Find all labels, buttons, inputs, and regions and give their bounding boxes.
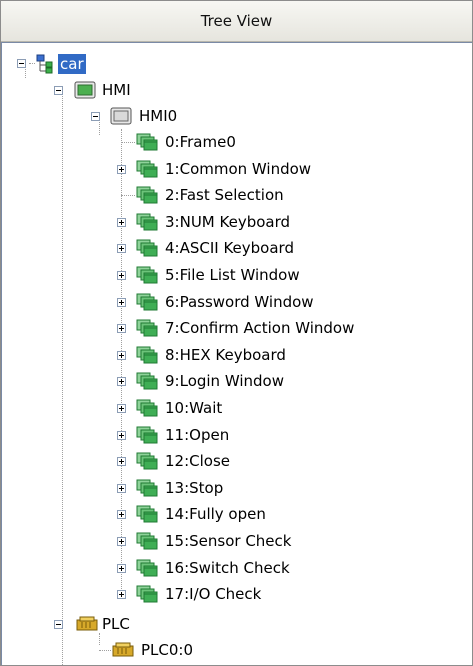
expand-toggle[interactable] (117, 590, 126, 599)
expand-toggle[interactable] (117, 457, 126, 466)
expand-toggle[interactable] (117, 484, 126, 493)
expand-toggle[interactable] (117, 377, 126, 386)
node-label[interactable]: 2:Fast Selection (163, 185, 286, 205)
window-screen-icon (136, 346, 158, 368)
expand-toggle[interactable] (117, 537, 126, 546)
window-screen-icon (136, 133, 158, 155)
expand-toggle[interactable] (117, 404, 126, 413)
window-screen-icon (136, 160, 158, 182)
node-label[interactable]: 7:Confirm Action Window (163, 318, 356, 338)
window-screen-icon (136, 213, 158, 235)
window-screen-icon (136, 319, 158, 341)
plc-module-icon (112, 642, 134, 662)
expand-toggle[interactable] (117, 564, 126, 573)
node-label[interactable]: 4:ASCII Keyboard (163, 238, 296, 258)
node-label[interactable]: 11:Open (163, 425, 231, 445)
collapse-toggle[interactable] (91, 112, 100, 121)
expand-toggle[interactable] (117, 218, 126, 227)
expand-toggle[interactable] (117, 271, 126, 280)
node-label[interactable]: 1:Common Window (163, 159, 313, 179)
node-label[interactable]: 17:I/O Check (163, 584, 263, 604)
node-label[interactable]: car (58, 54, 86, 74)
expand-toggle[interactable] (117, 298, 126, 307)
node-label[interactable]: PLC (100, 614, 132, 634)
window-screen-icon (136, 479, 158, 501)
node-label[interactable]: PLC0:0 (139, 640, 195, 660)
expand-toggle[interactable] (117, 510, 126, 519)
window-screen-icon (136, 452, 158, 474)
node-label[interactable]: 15:Sensor Check (163, 531, 293, 551)
window-screen-icon (136, 186, 158, 208)
window-screen-icon (136, 266, 158, 288)
expand-toggle[interactable] (117, 351, 126, 360)
node-label[interactable]: 13:Stop (163, 478, 225, 498)
node-label[interactable]: 14:Fully open (163, 504, 268, 524)
window-screen-icon (136, 505, 158, 527)
window-screen-icon (136, 532, 158, 554)
expand-toggle[interactable] (117, 324, 126, 333)
project-tree-icon (35, 54, 55, 78)
expand-toggle[interactable] (117, 244, 126, 253)
node-label[interactable]: 8:HEX Keyboard (163, 345, 288, 365)
node-label[interactable]: 5:File List Window (163, 265, 302, 285)
window-screen-icon (136, 585, 158, 607)
node-label[interactable]: 3:NUM Keyboard (163, 212, 292, 232)
tree-view[interactable]: car HMI HMI0 0:Frame0 1:Common Window 2:… (1, 42, 472, 665)
hmi-monitor-icon (74, 81, 96, 103)
window-screen-icon (136, 399, 158, 421)
window-screen-icon (136, 426, 158, 448)
node-label[interactable]: HMI (100, 80, 133, 100)
expand-toggle[interactable] (117, 165, 126, 174)
node-label[interactable]: 0:Frame0 (163, 132, 238, 152)
tree-view-panel: Tree View car HMI HMI0 0:Frame0 1:Common… (0, 0, 473, 666)
window-screen-icon (136, 559, 158, 581)
collapse-toggle[interactable] (54, 86, 63, 95)
window-screen-icon (136, 293, 158, 315)
window-screen-icon (136, 239, 158, 261)
window-screen-icon (136, 372, 158, 394)
expand-toggle[interactable] (117, 431, 126, 440)
collapse-toggle[interactable] (17, 59, 26, 68)
collapse-toggle[interactable] (54, 620, 63, 629)
node-label[interactable]: 12:Close (163, 451, 232, 471)
panel-title: Tree View (1, 1, 472, 42)
plc-module-icon (76, 616, 98, 636)
node-label[interactable]: 9:Login Window (163, 371, 286, 391)
hmi-monitor-icon (110, 107, 132, 129)
node-label[interactable]: 16:Switch Check (163, 558, 292, 578)
node-label[interactable]: HMI0 (137, 106, 179, 126)
node-label[interactable]: 6:Password Window (163, 292, 316, 312)
node-label[interactable]: 10:Wait (163, 398, 224, 418)
